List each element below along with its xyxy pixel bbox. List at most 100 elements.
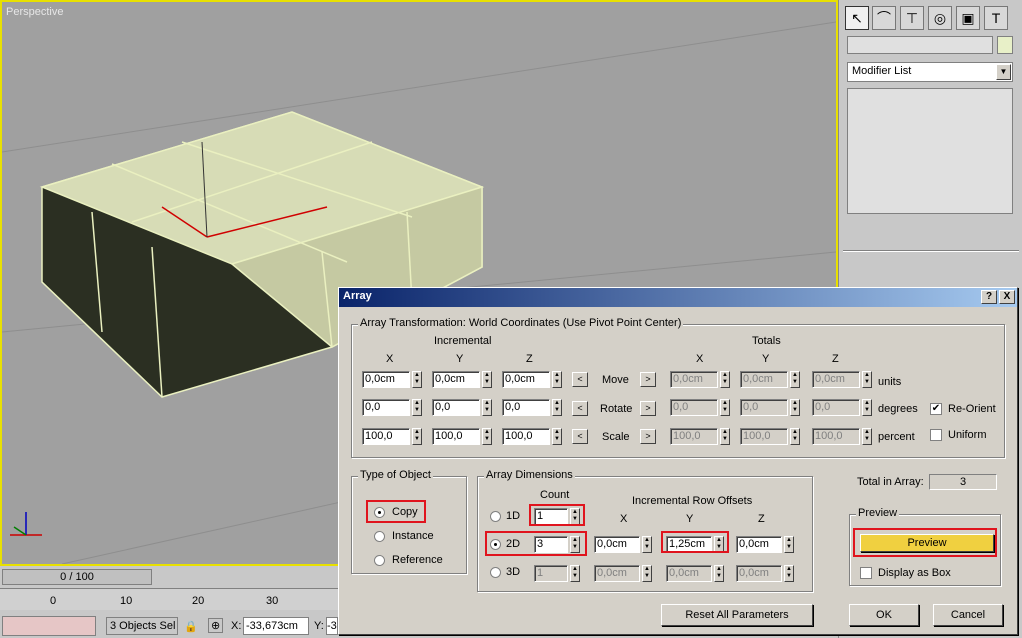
total-in-array-field: 3 xyxy=(929,474,997,490)
rotate-inc-z[interactable]: 0,0 ▲ ▼ xyxy=(502,399,562,416)
x-coord-field[interactable]: -33,673cm xyxy=(243,617,309,635)
reference-label: Reference xyxy=(392,554,443,566)
dialog-title: Array xyxy=(343,290,372,302)
scale-tot-x[interactable]: 100,0 ▲ ▼ xyxy=(670,428,730,445)
motion-tab-icon[interactable]: ◎ xyxy=(928,6,952,30)
reset-all-parameters-button[interactable]: Reset All Parameters xyxy=(661,604,813,626)
3d-offset-x[interactable]: 0,0cm ▲ ▼ xyxy=(594,565,652,582)
maxscript-listener[interactable] xyxy=(2,616,96,636)
tick-20: 20 xyxy=(192,595,205,607)
move-right-arrow-button[interactable]: > xyxy=(640,372,656,387)
3d-count[interactable]: 1 ▲ ▼ xyxy=(534,565,580,582)
dims-group-label: Array Dimensions xyxy=(484,469,575,481)
3d-offset-y[interactable]: 0,0cm ▲ ▼ xyxy=(666,565,724,582)
scale-tot-y[interactable]: 100,0 ▲ ▼ xyxy=(740,428,800,445)
3d-label: 3D xyxy=(506,566,521,578)
display-as-box-label: Display as Box xyxy=(878,567,951,579)
move-tot-z[interactable]: 0,0cm ▲ ▼ xyxy=(812,371,872,388)
modifier-stack[interactable] xyxy=(847,88,1013,214)
copy-highlight xyxy=(366,500,426,523)
display-tab-icon[interactable]: ▣ xyxy=(956,6,980,30)
tick-0: 0 xyxy=(50,595,57,607)
tick-30: 30 xyxy=(266,595,279,607)
count-header: Count xyxy=(540,489,570,501)
1d-radio[interactable] xyxy=(490,511,501,522)
reorient-checkbox[interactable]: ✔ xyxy=(930,403,942,415)
scale-label: Scale xyxy=(602,431,630,443)
2d-offset-z[interactable]: 0,0cm ▲ ▼ xyxy=(736,536,794,553)
move-tot-y[interactable]: 0,0cm ▲ ▼ xyxy=(740,371,800,388)
2d-count-highlight xyxy=(485,531,587,556)
modify-tab-icon[interactable]: ⌒ xyxy=(872,6,896,30)
move-inc-y[interactable]: 0,0cm ▲ ▼ xyxy=(432,371,492,388)
dialog-title-bar[interactable]: Array ? X xyxy=(339,288,1017,307)
instance-label: Instance xyxy=(392,530,434,542)
scale-inc-z[interactable]: 100,0 ▲ ▼ xyxy=(502,428,562,445)
uniform-checkbox[interactable] xyxy=(930,429,942,441)
time-slider-frame: 0 / 100 xyxy=(60,571,94,583)
move-inc-x[interactable]: 0,0cm ▲ ▼ xyxy=(362,371,422,388)
scale-right-arrow-button[interactable]: > xyxy=(640,429,656,444)
instance-radio[interactable] xyxy=(374,531,385,542)
move-tot-x[interactable]: 0,0cm ▲ ▼ xyxy=(670,371,730,388)
rotate-tot-y[interactable]: 0,0 ▲ ▼ xyxy=(740,399,800,416)
rotate-tot-z[interactable]: 0,0 ▲ ▼ xyxy=(812,399,872,416)
totals-header: Totals xyxy=(752,335,781,347)
offsets-header: Incremental Row Offsets xyxy=(632,495,753,507)
rotate-unit: degrees xyxy=(878,403,918,415)
display-as-box-checkbox[interactable] xyxy=(860,567,872,579)
y-coord-field[interactable]: -3 xyxy=(326,617,338,635)
move-inc-z[interactable]: 0,0cm ▲ ▼ xyxy=(502,371,562,388)
scale-inc-y[interactable]: 100,0 ▲ ▼ xyxy=(432,428,492,445)
rotate-label: Rotate xyxy=(600,403,633,415)
lock-icon[interactable]: 🔒 xyxy=(184,620,198,633)
tot-z-header: Z xyxy=(832,353,839,365)
2d-offset-x[interactable]: 0,0cm ▲ ▼ xyxy=(594,536,652,553)
create-tab-icon[interactable]: ↖ xyxy=(845,6,869,30)
close-button[interactable]: X xyxy=(999,290,1015,304)
cancel-button[interactable]: Cancel xyxy=(933,604,1003,626)
scale-inc-x[interactable]: 100,0 ▲ ▼ xyxy=(362,428,422,445)
x-coord-value: -33,673cm xyxy=(246,620,298,632)
rotate-inc-y[interactable]: 0,0 ▲ ▼ xyxy=(432,399,492,416)
3d-offset-z[interactable]: 0,0cm ▲ ▼ xyxy=(736,565,794,582)
move-label: Move xyxy=(602,374,629,386)
scale-tot-z[interactable]: 100,0 ▲ ▼ xyxy=(812,428,872,445)
2d-offset-y-highlight xyxy=(661,531,729,553)
selection-status: 3 Objects Sel xyxy=(106,617,178,635)
total-in-array-label: Total in Array: xyxy=(857,476,924,488)
tick-10: 10 xyxy=(120,595,133,607)
scale-left-arrow-button[interactable]: < xyxy=(572,429,588,444)
reference-radio[interactable] xyxy=(374,555,385,566)
transformation-group: Array Transformation: World Coordinates … xyxy=(351,317,1005,458)
modifier-list-label: Modifier List xyxy=(852,65,912,77)
offset-x-header: X xyxy=(620,513,628,525)
preview-highlight xyxy=(853,528,997,557)
selection-count: 3 Objects Sel xyxy=(110,620,176,632)
object-name-field[interactable] xyxy=(847,36,993,54)
scale-unit: percent xyxy=(878,431,915,443)
transformation-group-label: Array Transformation: World Coordinates … xyxy=(358,317,684,329)
move-left-arrow-button[interactable]: < xyxy=(572,372,588,387)
time-slider[interactable]: 0 / 100 xyxy=(2,569,152,585)
object-color-swatch[interactable] xyxy=(997,36,1013,54)
hierarchy-tab-icon[interactable]: ⊤ xyxy=(900,6,924,30)
type-group-label: Type of Object xyxy=(358,469,433,481)
ok-button[interactable]: OK xyxy=(849,604,919,626)
modifier-list-dropdown[interactable]: Modifier List ▼ xyxy=(847,62,1013,82)
transform-mode-icon[interactable]: ⊕ xyxy=(208,618,224,633)
y-coord-label: Y: xyxy=(314,620,324,632)
rotate-left-arrow-button[interactable]: < xyxy=(572,401,588,416)
inc-y-header: Y xyxy=(456,353,464,365)
inc-z-header: Z xyxy=(526,353,533,365)
utilities-tab-icon[interactable]: T xyxy=(984,6,1008,30)
rotate-tot-x[interactable]: 0,0 ▲ ▼ xyxy=(670,399,730,416)
offset-y-header: Y xyxy=(686,513,694,525)
x-coord-label: X: xyxy=(231,620,242,632)
rotate-inc-x[interactable]: 0,0 ▲ ▼ xyxy=(362,399,422,416)
1d-count-highlight xyxy=(529,504,585,526)
tot-x-header: X xyxy=(696,353,704,365)
help-button[interactable]: ? xyxy=(981,290,997,304)
rotate-right-arrow-button[interactable]: > xyxy=(640,401,656,416)
3d-radio[interactable] xyxy=(490,567,501,578)
